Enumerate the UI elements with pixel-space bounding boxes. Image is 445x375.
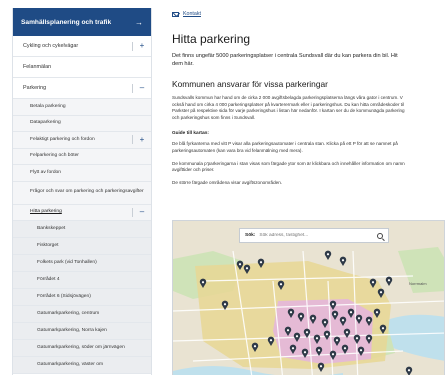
- guide-line: De större färgade områdena visar avgifts…: [172, 179, 283, 185]
- sidebar-item-label: Flytt av fordon: [30, 169, 61, 175]
- map-search-input[interactable]: [259, 233, 377, 238]
- map-marker-icon[interactable]: [385, 276, 393, 286]
- guide-line: parkeringsautomaten (kan vara bra vid fe…: [172, 147, 303, 153]
- map-search-bar[interactable]: Sök:: [239, 228, 389, 243]
- sidebar-item[interactable]: Förrådet 4: [13, 272, 151, 289]
- sidebar-item-label: Gatumarkparkering, väster om: [37, 361, 104, 367]
- guide-paragraph: De större färgade områdena visar avgifts…: [172, 180, 445, 187]
- section-line: Sundsvalls kommun har hand om de cirka 2…: [172, 95, 403, 100]
- sidebar-item[interactable]: Bankskeppet: [13, 221, 151, 238]
- sidebar-item[interactable]: Gatumarkparkering, söder om järnvägen: [13, 340, 151, 357]
- map-marker-icon[interactable]: [405, 366, 413, 375]
- search-icon[interactable]: [377, 232, 383, 239]
- sidebar-item[interactable]: Flytt av fordon: [13, 165, 151, 182]
- water-area: [385, 314, 444, 361]
- sidebar-item-label: Folkets park (vid Tonhallen): [37, 259, 97, 265]
- collapse-button[interactable]: –: [132, 78, 145, 98]
- page-title: Hitta parkering: [172, 32, 251, 46]
- divider: [132, 207, 133, 217]
- intro-text: Det finns ungefär 5000 parkeringsplatser…: [172, 52, 445, 68]
- expand-button[interactable]: +: [132, 132, 145, 148]
- sidebar-item-label: Felparkering och böter: [30, 153, 79, 159]
- divider: [132, 135, 133, 145]
- map-marker-icon[interactable]: [339, 256, 347, 266]
- sidebar-item[interactable]: Dataparkering: [13, 115, 151, 132]
- sidebar-item[interactable]: Gatumarkparkering, väster om: [13, 357, 151, 374]
- sidebar-item[interactable]: Cykling och cykelvägar +: [13, 36, 151, 57]
- sidebar-items: Cykling och cykelvägar + Felanmälan Parkeri…: [13, 36, 151, 374]
- sidebar-item-label: Förrådet 4: [37, 276, 60, 282]
- sidebar-item[interactable]: Betala parkering: [13, 99, 151, 116]
- arrow-right-icon: →: [135, 17, 143, 27]
- map-guide-title: Guide till kartan:: [172, 130, 209, 136]
- sidebar-item-label: Fisktorget: [37, 242, 59, 248]
- sidebar-item-label: Hitta parkering: [30, 209, 62, 215]
- map-marker-icon[interactable]: [317, 362, 325, 372]
- sidebar-item[interactable]: Förrådet 6 (Sidsjövägen): [13, 289, 151, 306]
- sidebar-item[interactable]: Felparkering och böter: [13, 148, 151, 165]
- sidebar-item-label: Parkering: [23, 84, 47, 91]
- guide-paragraph: De kommunala p'parkeringarna i stan visa…: [172, 161, 445, 174]
- expand-button[interactable]: +: [132, 36, 145, 56]
- guide-line: De kommunala p'parkeringarna i stan visa…: [172, 160, 405, 166]
- sidebar-item-label: Frågor och svar om parkering och parkeri…: [30, 189, 144, 195]
- sidebar-item[interactable]: Gatumarkparkering, Norra kajen: [13, 323, 151, 340]
- sidebar-item-label: Cykling och cykelvägar: [23, 42, 79, 49]
- sidebar-item-label: Felaktigt parkering och fordon: [30, 136, 95, 142]
- map-place-label: Norrmalm: [409, 281, 427, 286]
- contact-label: Kontakt: [183, 11, 201, 17]
- main-content: Kontakt Hitta parkering Det finns ungefä…: [172, 8, 445, 375]
- sidebar-item-label: Dataparkering: [30, 120, 61, 126]
- sidebar-item-label: Gatumarkparkering, Norra kajen: [37, 327, 107, 333]
- mail-icon: [172, 11, 179, 17]
- sidebar-item-label: Betala parkering: [30, 103, 66, 109]
- sidebar-item[interactable]: Folkets park (vid Tonhallen): [13, 255, 151, 272]
- plus-icon: +: [139, 134, 145, 144]
- section-line: Parkster på respektive sida för varje pa…: [172, 108, 405, 114]
- parking-map[interactable]: Norrmalm Sök:: [172, 220, 445, 375]
- sidebar-item-label: Gatumarkparkering, centrum: [37, 310, 100, 316]
- sidebar-header-label: Samhällsplanering och trafik: [21, 18, 112, 26]
- minus-icon: –: [139, 207, 145, 217]
- sidebar-item-label: Förrådet 6 (Sidsjövägen): [37, 293, 91, 299]
- intro-line: Det finns ungefär 5000 parkeringsplatser…: [172, 53, 398, 59]
- sidebar-nav: Samhällsplanering och trafik → Cykling o…: [12, 8, 152, 375]
- contact-link[interactable]: Kontakt: [172, 8, 445, 20]
- sidebar-item[interactable]: Gatumarkparkering, centrum: [13, 306, 151, 323]
- divider: [132, 83, 133, 93]
- sidebar-header[interactable]: Samhällsplanering och trafik →: [13, 8, 151, 36]
- guide-line: De blå fyrkanterna med vitt P visar alla…: [172, 141, 398, 147]
- sidebar-item-label: Felanmälan: [23, 63, 52, 70]
- section-title: Kommunen ansvarar för vissa parkeringar: [172, 79, 328, 89]
- sidebar-item[interactable]: Fisktorget: [13, 238, 151, 255]
- park-area: [398, 247, 444, 293]
- sidebar-item[interactable]: Felanmälan: [13, 57, 151, 78]
- divider: [132, 41, 133, 51]
- sidebar-item[interactable]: Hitta parkering –: [13, 204, 151, 221]
- sidebar-item[interactable]: Felaktigt parkering och fordon +: [13, 132, 151, 149]
- map-search-label: Sök:: [245, 233, 256, 238]
- sidebar-item[interactable]: Frågor och svar om parkering och parkeri…: [13, 181, 151, 205]
- guide-paragraph: De blå fyrkanterna med vitt P visar alla…: [172, 141, 445, 154]
- section-line: och parkeringshus som finns i Sundsvall.: [172, 114, 256, 120]
- guide-line: avgifttider och priser.: [172, 167, 215, 173]
- sidebar-item-label: Gatumarkparkering, söder om järnvägen: [37, 344, 125, 350]
- section-paragraph: Sundsvalls kommun har hand om de cirka 2…: [172, 95, 445, 121]
- map-canvas[interactable]: [173, 221, 445, 375]
- minus-icon: –: [139, 83, 145, 92]
- map-marker-icon[interactable]: [324, 250, 332, 260]
- intro-line: dem här.: [172, 61, 194, 67]
- sidebar-item-label: Bankskeppet: [37, 225, 66, 231]
- collapse-button[interactable]: –: [132, 205, 145, 221]
- plus-icon: +: [139, 41, 145, 50]
- sidebar-item[interactable]: Parkering –: [13, 78, 151, 99]
